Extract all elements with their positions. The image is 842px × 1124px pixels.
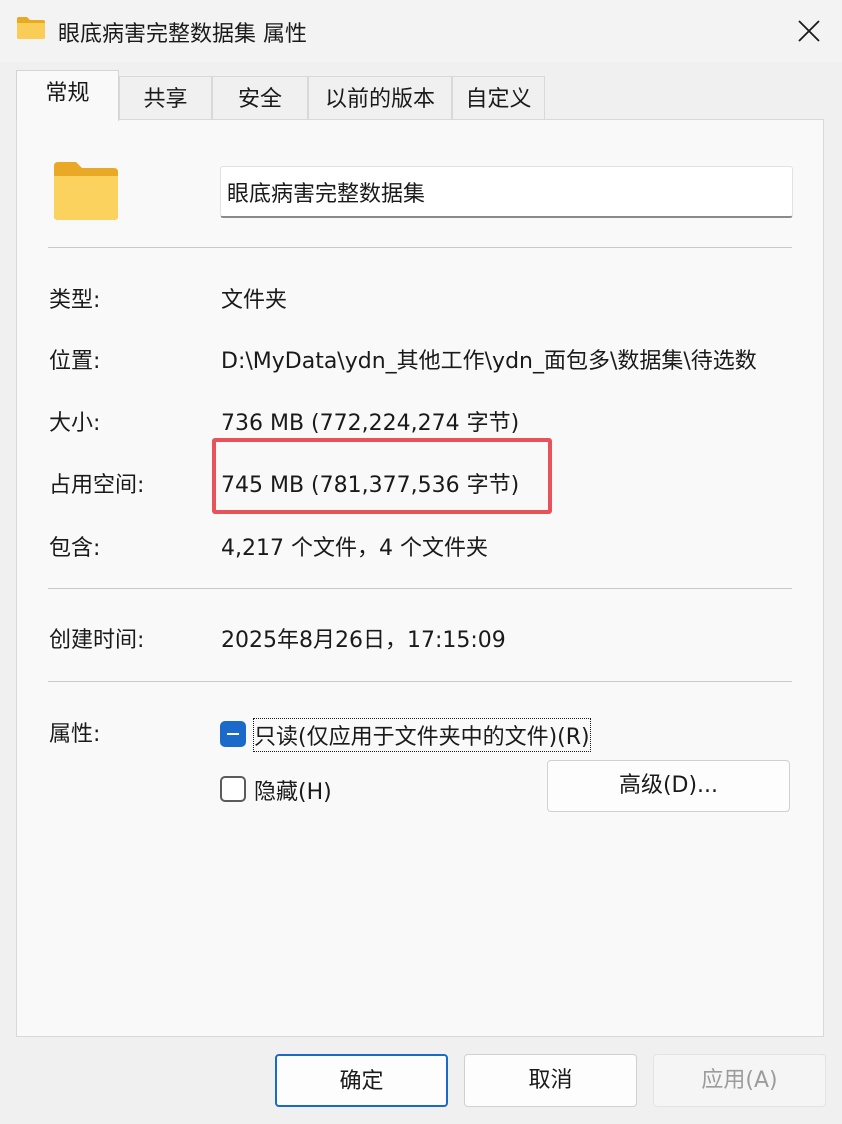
contains-value: 4,217 个文件，4 个文件夹 [221,536,488,561]
close-button[interactable] [776,0,842,62]
divider [48,681,792,682]
tab-sharing[interactable]: 共享 [119,76,212,120]
ok-button[interactable]: 确定 [275,1054,448,1107]
tab-bar: 常规 共享 安全 以前的版本 自定义 [16,70,826,121]
contains-label: 包含: [49,536,101,561]
title-bar: 眼底病害完整数据集 属性 [0,0,842,62]
tab-customize[interactable]: 自定义 [452,76,545,120]
size-value: 736 MB (772,224,274 字节) [221,411,520,436]
type-value: 文件夹 [221,288,288,313]
created-label: 创建时间: [49,628,145,653]
tab-previous-versions[interactable]: 以前的版本 [308,76,452,120]
large-folder-icon [54,162,118,220]
folder-name-input[interactable] [220,166,793,218]
attributes-label: 属性: [49,722,101,747]
highlight-box [212,438,552,514]
divider [48,247,792,248]
general-panel [16,119,824,1037]
hidden-label[interactable]: 隐藏(H) [254,774,332,806]
hidden-checkbox[interactable] [220,776,246,802]
location-value: D:\MyData\ydn_其他工作\ydn_面包多\数据集\待选数 [221,349,757,374]
folder-icon [17,17,45,39]
cancel-button[interactable]: 取消 [464,1054,637,1107]
indeterminate-mark-icon [227,733,239,735]
close-icon [798,20,820,42]
tab-security[interactable]: 安全 [212,76,308,120]
advanced-button[interactable]: 高级(D)... [547,760,790,812]
readonly-label[interactable]: 只读(仅应用于文件夹中的文件)(R) [253,718,591,752]
size-on-disk-label: 占用空间: [49,473,145,498]
readonly-checkbox[interactable] [220,721,246,747]
type-label: 类型: [49,288,101,313]
apply-button[interactable]: 应用(A) [653,1054,826,1107]
window-title: 眼底病害完整数据集 属性 [58,22,307,47]
created-value: 2025年8月26日，17:15:09 [221,628,506,653]
divider [48,588,792,589]
location-label: 位置: [49,349,101,374]
tab-general[interactable]: 常规 [16,70,119,121]
size-label: 大小: [49,411,101,436]
